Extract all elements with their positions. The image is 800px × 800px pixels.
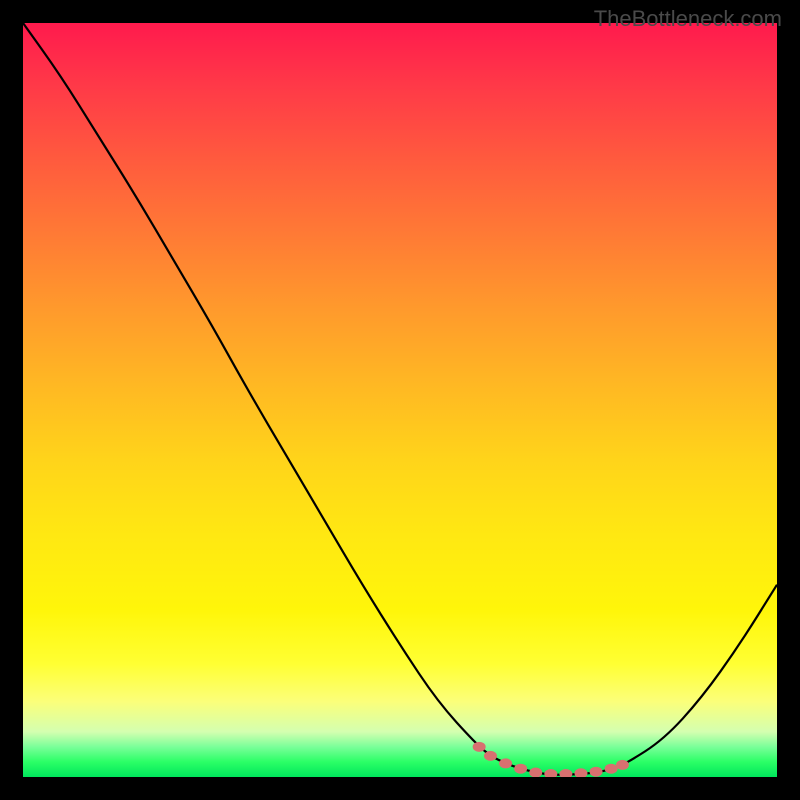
marker-dot <box>529 767 542 777</box>
chart-svg <box>23 23 777 777</box>
marker-group <box>473 742 629 777</box>
marker-dot <box>559 769 572 777</box>
marker-dot <box>514 764 527 774</box>
marker-dot <box>616 760 629 770</box>
watermark-text: TheBottleneck.com <box>594 6 782 32</box>
marker-dot <box>473 742 486 752</box>
marker-dot <box>499 758 512 768</box>
marker-dot <box>605 764 618 774</box>
marker-dot <box>544 769 557 777</box>
marker-dot <box>484 751 497 761</box>
marker-dot <box>590 767 603 777</box>
marker-dot <box>574 768 587 777</box>
chart-plot-area <box>23 23 777 777</box>
curve-line <box>23 23 777 775</box>
